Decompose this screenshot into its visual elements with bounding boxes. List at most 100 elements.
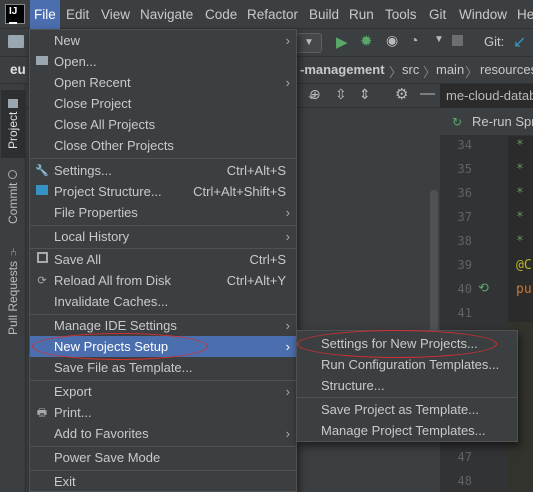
pull-request-icon: ⑂: [7, 245, 19, 257]
commit-icon: [8, 169, 18, 179]
menu-item-exit[interactable]: Exit: [30, 471, 296, 492]
intellij-logo-icon: IJ: [5, 4, 25, 24]
chevron-right-icon: ›: [285, 205, 290, 220]
file-menu: New › Open... Open Recent › Close Project …: [29, 29, 297, 492]
git-update-icon[interactable]: ↙: [513, 32, 526, 52]
menu-item-shortcut: Ctrl+Alt+Shift+S: [193, 184, 286, 199]
debug-icon[interactable]: ✹: [360, 32, 373, 50]
menu-edit[interactable]: Edit: [62, 0, 93, 29]
editor-file-tab[interactable]: me-cloud-datab: [446, 88, 533, 103]
menu-item-reload-all[interactable]: ⟳ Reload All from Disk Ctrl+Alt+Y: [30, 270, 296, 291]
reload-icon: ⟳: [37, 275, 47, 287]
chevron-right-icon: ›: [285, 33, 290, 48]
menu-file[interactable]: File: [30, 0, 60, 29]
rerun-tab[interactable]: Re-run Spr: [472, 114, 533, 129]
menu-item-label: Project Structure...: [54, 184, 162, 199]
menu-item-shortcut: Ctrl+Alt+S: [226, 163, 286, 178]
menu-code[interactable]: Code: [201, 0, 241, 29]
tab-commit[interactable]: Commit: [1, 164, 25, 230]
menu-view[interactable]: View: [97, 0, 134, 29]
menu-item-shortcut: Ctrl+Alt+Y: [226, 273, 286, 288]
tab-pull-requests[interactable]: Pull Requests ⑂: [1, 236, 25, 344]
stop-icon[interactable]: [452, 35, 463, 46]
menu-git[interactable]: Git: [425, 0, 450, 29]
menu-tools[interactable]: Tools: [381, 0, 421, 29]
git-label: Git:: [484, 34, 505, 49]
menu-item-close-project[interactable]: Close Project: [30, 93, 296, 114]
chevron-right-icon: ›: [285, 75, 290, 90]
logo-text: IJ: [9, 6, 18, 17]
menu-item-save-file-as-template[interactable]: Save File as Template...: [30, 357, 296, 378]
wrench-icon: 🔧: [35, 165, 49, 177]
collapse-all-icon[interactable]: ⇕: [359, 86, 371, 103]
menu-item-manage-project-templates[interactable]: Manage Project Templates...: [297, 420, 517, 441]
menu-item-file-properties[interactable]: File Properties ›: [30, 202, 296, 223]
menu-item-label: Save All: [54, 252, 101, 267]
breadcrumb-item[interactable]: main: [436, 62, 464, 77]
menu-item-label: Structure...: [321, 378, 385, 393]
menu-item-manage-ide-settings[interactable]: Manage IDE Settings ›: [30, 315, 296, 336]
menu-item-new[interactable]: New ›: [30, 30, 296, 51]
profile-icon[interactable]: ◔: [410, 32, 418, 48]
project-folder-icon: [8, 98, 18, 108]
menu-item-export[interactable]: Export ›: [30, 381, 296, 402]
line-number: 36: [457, 186, 472, 200]
menu-build[interactable]: Build: [305, 0, 343, 29]
breadcrumb-item[interactable]: resources: [480, 62, 533, 77]
line-number: 38: [457, 234, 472, 248]
menu-item-label: Add to Favorites: [54, 426, 149, 441]
menu-item-label: Invalidate Caches...: [54, 294, 169, 309]
expand-all-icon[interactable]: ⇳: [335, 86, 347, 103]
menu-separator: [30, 158, 296, 159]
commit-tab-label: Commit: [6, 182, 20, 225]
menu-item-label: Export: [54, 384, 92, 399]
dropdown-icon[interactable]: ▼: [434, 34, 444, 45]
code-line: *: [516, 234, 524, 249]
menu-item-close-all-projects[interactable]: Close All Projects: [30, 114, 296, 135]
menu-item-print[interactable]: 🖶 Print...: [30, 402, 296, 423]
folder-icon[interactable]: [8, 35, 24, 48]
menu-item-label: Local History: [54, 229, 130, 244]
line-number: 48: [457, 474, 472, 488]
menu-item-structure[interactable]: Structure...: [297, 375, 517, 396]
breadcrumb-item[interactable]: -management: [300, 62, 385, 77]
menu-run[interactable]: Run: [345, 0, 378, 29]
line-number: 39: [457, 258, 472, 272]
menu-item-project-structure[interactable]: Project Structure... Ctrl+Alt+Shift+S: [30, 181, 296, 202]
gear-icon[interactable]: ⚙: [395, 85, 408, 103]
menu-item-invalidate-caches[interactable]: Invalidate Caches...: [30, 291, 296, 312]
locate-icon[interactable]: ⊕: [309, 86, 321, 103]
menu-item-save-project-as-template[interactable]: Save Project as Template...: [297, 399, 517, 420]
menu-item-open[interactable]: Open...: [30, 51, 296, 72]
line-number: 41: [457, 306, 472, 320]
menu-item-close-other-projects[interactable]: Close Other Projects: [30, 135, 296, 156]
run-icon[interactable]: ▶: [336, 33, 348, 51]
menu-item-add-to-favorites[interactable]: Add to Favorites ›: [30, 423, 296, 444]
menu-item-label: Reload All from Disk: [54, 273, 172, 288]
menu-navigate[interactable]: Navigate: [136, 0, 197, 29]
breadcrumb-item[interactable]: src: [402, 62, 419, 77]
menu-item-label: Print...: [54, 405, 92, 420]
menu-item-label: Save File as Template...: [54, 360, 193, 375]
hide-icon[interactable]: —: [420, 85, 435, 102]
menu-help[interactable]: He: [513, 0, 533, 29]
run-config-dropdown[interactable]: ▼: [296, 33, 322, 53]
line-number: 47: [457, 450, 472, 464]
tab-project[interactable]: Project: [1, 90, 25, 158]
coverage-icon[interactable]: ◉: [386, 32, 398, 49]
menu-item-local-history[interactable]: Local History ›: [30, 226, 296, 247]
menu-item-settings[interactable]: 🔧 Settings... Ctrl+Alt+S: [30, 160, 296, 181]
menu-item-open-recent[interactable]: Open Recent ›: [30, 72, 296, 93]
line-number: 40: [457, 282, 472, 296]
menu-item-label: Settings...: [54, 163, 112, 178]
chevron-right-icon: 〉: [389, 65, 403, 80]
menu-window[interactable]: Window: [455, 0, 511, 29]
folder-icon: [34, 54, 50, 70]
menu-item-save-all[interactable]: Save All Ctrl+S: [30, 249, 296, 270]
spring-bean-icon[interactable]: ⟲: [478, 280, 489, 296]
menu-item-power-save-mode[interactable]: Power Save Mode: [30, 447, 296, 468]
menu-item-label: Close Project: [54, 96, 132, 111]
code-line: *: [516, 138, 524, 153]
print-icon: 🖶: [36, 407, 48, 419]
menu-refactor[interactable]: Refactor: [243, 0, 302, 29]
